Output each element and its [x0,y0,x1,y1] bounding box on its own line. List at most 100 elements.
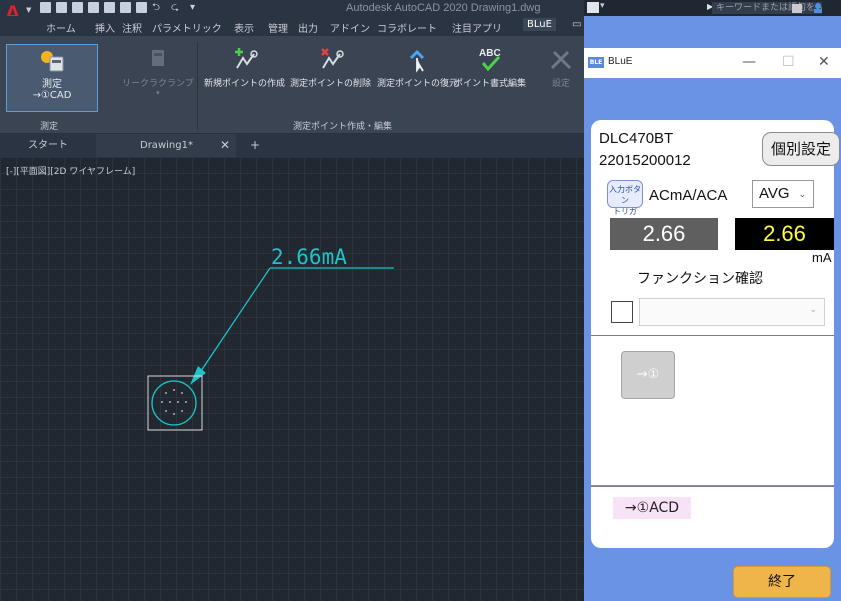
leader-line [200,267,271,372]
measurement-point-frame[interactable] [147,375,203,431]
clamp-meter-icon [151,50,164,66]
monitor-icon[interactable] [587,2,599,13]
autocad-window: A ▼ ⮌ ⮎ ▾ Autodesk AutoCAD 2020 Drawing1… [0,0,584,601]
minimize-button[interactable]: — [742,54,756,70]
tab-home[interactable]: ホーム [46,20,76,35]
ribbon-tabs: ホーム 挿入 注釈 パラメトリック 表示 管理 出力 アドイン コラボレート 注… [0,16,584,36]
point-format-button[interactable]: ABC ポイント書式編集 [454,44,526,89]
maximize-button[interactable]: ☐ [782,54,795,70]
value-display-right: 2.66 [735,218,834,250]
spell-check-icon: ABC [479,48,501,72]
value-display-left: 2.66 [610,218,718,250]
measurement-point-circle [151,380,197,426]
blue-topbar: ▾ ▶ キーワードまたは語句を入力 [584,0,841,16]
new-point-label: 新規ポイントの作成 [204,79,286,89]
blue-app-icon: BLE [588,57,604,68]
tab-addins[interactable]: アドイン [330,20,370,35]
restore-point-label: 測定ポイントの復元 [377,79,459,89]
new-point-button[interactable]: 新規ポイントの作成 [204,44,285,89]
delete-point-icon [320,48,344,69]
document-tabs: スタート Drawing1* ✕ + [0,134,584,157]
screen: A ▼ ⮌ ⮎ ▾ Autodesk AutoCAD 2020 Drawing1… [0,0,841,601]
tab-view[interactable]: 表示 [234,20,254,35]
tab-collaborate[interactable]: コラボレート [377,20,437,35]
save-icon[interactable] [72,2,83,13]
window-title: Autodesk AutoCAD 2020 Drawing1.dwg [346,2,541,14]
measurement-annotation[interactable]: 2.66mA [271,245,347,269]
function-checkbox[interactable] [611,301,633,323]
device-card: DLC470BT 22015200012 個別設定 入力ボタン トリガ ACmA/… [591,120,840,335]
leak-clamp-button[interactable]: リークラクランプ ▾ [122,44,194,97]
unit-label: mA [812,250,832,265]
chevron-down-icon[interactable]: ▼ [26,6,31,14]
user-icon[interactable] [792,2,832,14]
chevron-down-icon: ⌄ [809,305,817,315]
save-as-icon[interactable] [88,2,99,13]
tab-start[interactable]: スタート [0,134,96,157]
blue-window-title: BLuE [608,56,633,67]
redo-icon[interactable]: ⮎ [171,2,185,13]
chevron-down-icon: ▾ [156,89,160,97]
delete-point-label: 測定ポイントの削除 [290,79,372,89]
point-card: →① [591,335,834,485]
measurement-point-dots [161,389,187,415]
settings-label: 設定 [551,79,570,89]
function-check-label: ファンクション確認 [637,271,763,287]
measure-label: 測定 [42,79,62,90]
acd-tag: →①ACD [613,497,691,519]
chevron-down-icon: ⌄ [798,189,806,199]
end-button[interactable]: 終了 [733,566,831,598]
leak-clamp-label: リークラクランプ [122,79,194,89]
qat-menu-icon[interactable]: ▾ [190,2,204,13]
ribbon: 測定 →①CAD リークラクランプ ▾ 新規ポイントの作成 測定ポイントの削除 … [0,36,584,134]
tab-blue[interactable]: BLuE [523,18,556,31]
point-1-button[interactable]: →① [621,351,675,399]
open-file-icon[interactable] [56,2,67,13]
publish-icon[interactable] [104,2,115,13]
new-file-icon[interactable] [40,2,51,13]
quick-access-toolbar: ⮌ ⮎ ▾ [40,2,204,13]
input-trigger-button[interactable]: 入力ボタン トリガ [607,180,643,216]
close-icon[interactable]: ✕ [220,134,230,157]
avg-select[interactable]: AVG ⌄ [752,180,814,208]
device-model: DLC470BT [599,130,674,147]
settings-button[interactable]: 設定 [546,44,576,89]
restore-point-icon [409,49,424,73]
panel-label-points: 測定ポイント作成・編集 [293,122,393,132]
point-format-label: ポイント書式編集 [454,79,527,89]
plot-icon[interactable] [136,2,147,13]
autocad-titlebar: A ▼ ⮌ ⮎ ▾ Autodesk AutoCAD 2020 Drawing1… [0,0,584,28]
restore-point-button[interactable]: 測定ポイントの復元 [377,44,458,89]
measure-mode-label: ACmA/ACA [649,187,728,204]
drawing-svg: 2.66mA [147,245,394,431]
tab-output[interactable]: 出力 [298,20,318,35]
tab-insert[interactable]: 挿入 [95,20,115,35]
panel-label-measure: 測定 [40,122,59,132]
add-point-icon [234,48,258,69]
chevron-down-icon[interactable]: ▾ [600,1,605,11]
tools-icon [550,50,572,70]
share-icon[interactable] [120,2,131,13]
function-select[interactable]: ⌄ [639,298,825,326]
acd-card: →①ACD [591,486,834,548]
tab-featured-apps[interactable]: 注目アプリ [452,20,502,35]
blue-app: ▾ ▶ キーワードまたは語句を入力 BLE BLuE — ☐ ✕ DLC470B… [584,0,841,601]
add-tab-icon[interactable]: + [250,134,260,157]
panel-divider [197,42,198,130]
measure-icon [41,51,64,72]
blue-window-titlebar: BLE BLuE — ☐ ✕ [584,48,841,78]
close-button[interactable]: ✕ [818,54,830,70]
avg-select-value: AVG [759,185,790,202]
individual-settings-button[interactable]: 個別設定 [762,132,840,166]
delete-point-button[interactable]: 測定ポイントの削除 [290,44,371,89]
tab-manage[interactable]: 管理 [268,20,288,35]
undo-icon[interactable]: ⮌ [152,2,166,13]
drawing-canvas[interactable]: [-][平面図][2D ワイヤフレーム] 2.66mA [0,157,584,601]
device-serial: 22015200012 [599,152,691,169]
ribbon-toggle-icon[interactable]: ▭ [572,19,581,30]
measure-cad-button[interactable]: 測定 →①CAD [6,44,98,112]
tab-parametric[interactable]: パラメトリック [152,20,222,35]
tab-annotate[interactable]: 注釈 [122,20,142,35]
measure-sub-label: →①CAD [32,90,72,101]
tab-drawing1[interactable]: Drawing1* [96,134,236,157]
